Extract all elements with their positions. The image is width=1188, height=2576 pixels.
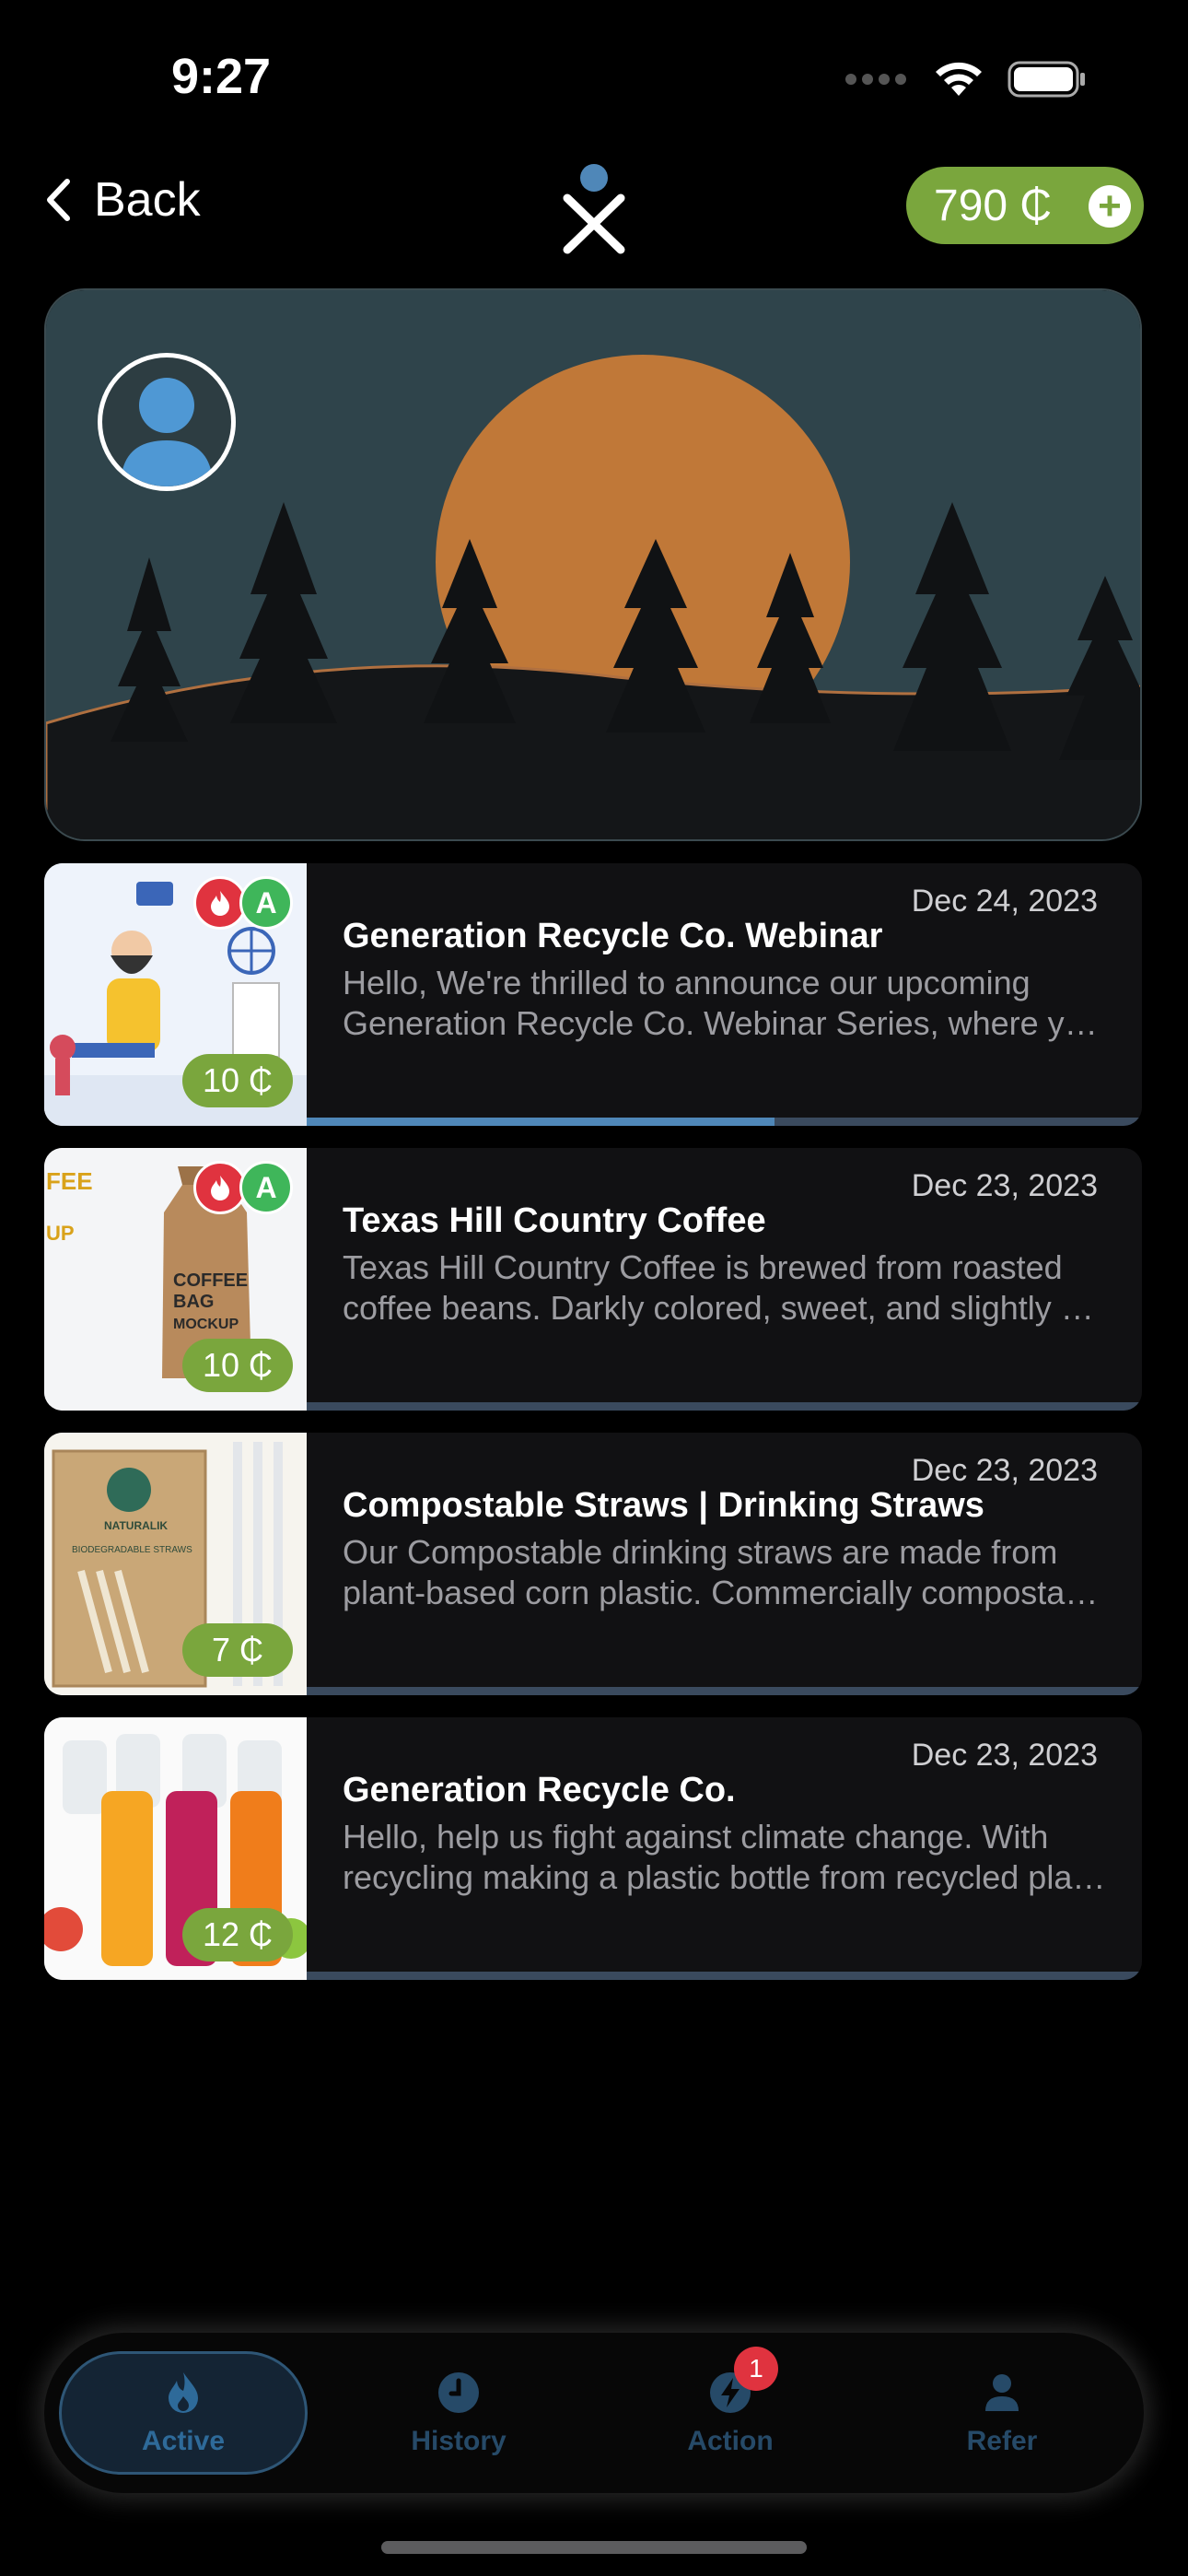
tab-active[interactable]: Active	[59, 2351, 308, 2475]
balance-value: 790 ₵	[934, 181, 1053, 230]
list-item[interactable]: A 10 ₵ Dec 24, 2023 Generation Recycle C…	[44, 863, 1142, 1126]
card-thumbnail: 12 ₵	[44, 1717, 307, 1980]
svg-text:UP: UP	[46, 1222, 75, 1245]
status-icons	[845, 59, 1087, 100]
progress-bar	[307, 1118, 1142, 1126]
card-description: Texas Hill Country Coffee is brewed from…	[343, 1248, 1107, 1327]
card-date: Dec 23, 2023	[911, 1168, 1098, 1203]
reward-badge: 10 ₵	[182, 1339, 293, 1392]
tab-bar: Active History 1 Action Refer	[44, 2333, 1144, 2493]
reward-badge: 12 ₵	[182, 1908, 293, 1961]
progress-bar	[307, 1402, 1142, 1411]
plus-icon: +	[1089, 185, 1131, 228]
card-date: Dec 23, 2023	[911, 1453, 1098, 1488]
list-item[interactable]: 12 ₵ Dec 23, 2023 Generation Recycle Co.…	[44, 1717, 1142, 1980]
notification-badge: 1	[734, 2347, 778, 2391]
battery-icon	[1007, 61, 1085, 98]
tab-label: Action	[687, 2426, 774, 2456]
person-icon	[121, 378, 213, 486]
wifi-icon	[936, 62, 982, 96]
progress-bar	[307, 1687, 1142, 1695]
balance-button[interactable]: 790 ₵ +	[906, 167, 1144, 244]
tab-history[interactable]: History	[334, 2351, 583, 2475]
nav-bar: Back 790 ₵ +	[0, 152, 1188, 263]
home-indicator[interactable]	[381, 2541, 807, 2554]
svg-text:NATURALIK: NATURALIK	[104, 1519, 168, 1532]
bolt-icon-wrap: 1	[706, 2347, 778, 2417]
card-title: Texas Hill Country Coffee	[343, 1201, 766, 1240]
status-bar: 9:27	[0, 0, 1188, 138]
app-logo	[563, 164, 625, 254]
svg-text:MOCKUP: MOCKUP	[173, 1317, 239, 1332]
cellular-icon	[845, 74, 906, 85]
card-description: Hello, We're thrilled to announce our up…	[343, 964, 1107, 1042]
card-thumbnail: FEE UP COFFEE BAG MOCKUP A 10 ₵	[44, 1148, 307, 1411]
card-date: Dec 24, 2023	[911, 884, 1098, 919]
card-description: Our Compostable drinking straws are made…	[343, 1533, 1107, 1611]
tab-label: Active	[141, 2426, 226, 2456]
tab-refer[interactable]: Refer	[878, 2351, 1126, 2475]
a-badge-icon: A	[239, 1161, 293, 1214]
chevron-left-icon	[47, 179, 70, 221]
card-title: Compostable Straws | Drinking Straws	[343, 1486, 984, 1525]
list-item[interactable]: FEE UP COFFEE BAG MOCKUP A 10 ₵ Dec 23, …	[44, 1148, 1142, 1411]
person-icon	[985, 2374, 1019, 2411]
svg-text:BIODEGRADABLE STRAWS: BIODEGRADABLE STRAWS	[72, 1545, 192, 1555]
status-time: 9:27	[171, 49, 272, 104]
card-thumbnail: A 10 ₵	[44, 863, 307, 1126]
svg-text:FEE: FEE	[46, 1167, 93, 1195]
svg-text:BAG: BAG	[173, 1292, 214, 1312]
tab-action[interactable]: 1 Action	[606, 2347, 855, 2475]
tab-label: Refer	[966, 2426, 1038, 2456]
back-button[interactable]: Back	[42, 172, 201, 228]
reward-badge: 10 ₵	[182, 1054, 293, 1107]
list-item[interactable]: NATURALIK BIODEGRADABLE STRAWS 7 ₵ Dec 2…	[44, 1433, 1142, 1695]
clock-icon	[438, 2372, 479, 2413]
back-label: Back	[94, 173, 201, 227]
card-title: Generation Recycle Co.	[343, 1771, 736, 1809]
card-title: Generation Recycle Co. Webinar	[343, 917, 883, 955]
reward-badge: 7 ₵	[182, 1623, 293, 1677]
svg-text:COFFEE: COFFEE	[173, 1270, 248, 1291]
a-badge-icon: A	[239, 876, 293, 930]
progress-bar	[307, 1972, 1142, 1980]
profile-banner	[44, 288, 1142, 841]
card-description: Hello, help us fight against climate cha…	[343, 1818, 1107, 1896]
card-date: Dec 23, 2023	[911, 1738, 1098, 1773]
tab-label: History	[411, 2426, 507, 2456]
flame-icon	[169, 2372, 198, 2413]
card-thumbnail: NATURALIK BIODEGRADABLE STRAWS 7 ₵	[44, 1433, 307, 1695]
avatar[interactable]	[98, 353, 236, 491]
